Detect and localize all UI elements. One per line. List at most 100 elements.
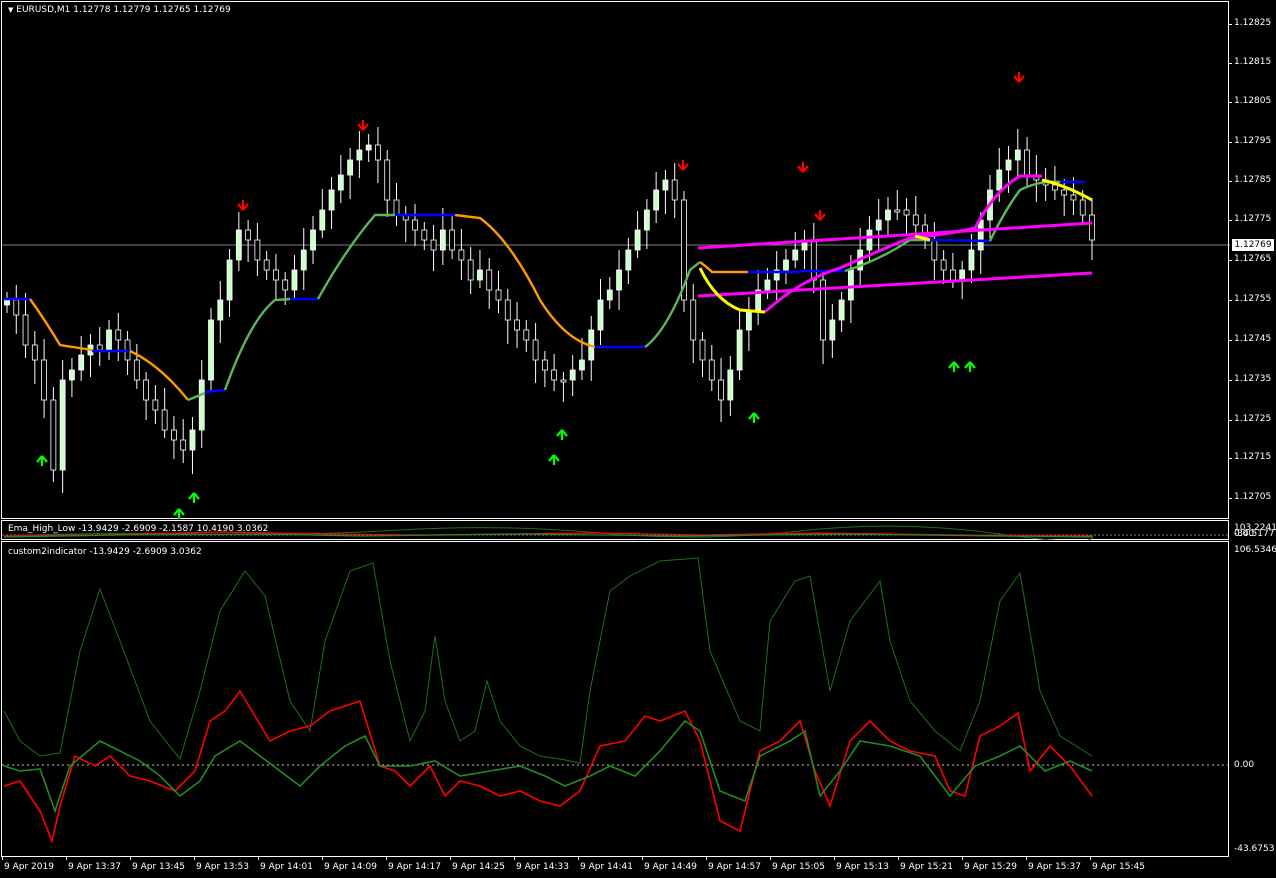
price-pane[interactable]: ▼ EURUSD,M1 1.12778 1.12779 1.12765 1.12… — [0, 0, 1276, 520]
candle-body — [866, 229, 873, 251]
candle-body — [894, 209, 901, 213]
candle-body — [273, 269, 279, 281]
time-tick-label: 9 Apr 13:45 — [132, 862, 185, 872]
ma-segment — [316, 213, 395, 300]
channel-lower-line — [697, 271, 1093, 298]
candle-body — [903, 209, 910, 216]
time-tick-label: 9 Apr 14:41 — [580, 862, 633, 872]
price-tick-label: 1.12795 — [1234, 136, 1272, 146]
candle-body — [467, 259, 474, 281]
price-tick-label: 1.12785 — [1234, 175, 1272, 185]
candle-body — [439, 229, 446, 251]
candle-body — [616, 269, 622, 291]
candle-body — [143, 379, 150, 401]
price-tick-label: 1.12715 — [1234, 452, 1272, 462]
candle-body — [254, 239, 261, 261]
time-tick-mark — [66, 856, 67, 860]
time-tick-mark — [1026, 856, 1027, 860]
candle-body — [365, 144, 372, 151]
custom2indicator-pane[interactable]: custom2indicator -13.9429 -2.6909 3.0362… — [0, 541, 1276, 858]
candle-body — [690, 299, 697, 341]
sub2-green-line — [3, 719, 1093, 814]
ema-high-low-header: Ema_High_Low -13.9429 -2.6909 -2.1587 10… — [8, 524, 269, 534]
current-price-label: 1.12769 — [1232, 239, 1274, 251]
time-tick-mark — [386, 856, 387, 860]
time-tick-label: 9 Apr 14:33 — [516, 862, 569, 872]
ema-high-low-pane[interactable]: Ema_High_Low -13.9429 -2.6909 -2.1587 10… — [0, 520, 1276, 540]
custom2indicator-chart[interactable] — [0, 541, 1276, 858]
price-tick-mark — [1228, 498, 1232, 499]
candle-body — [235, 229, 242, 261]
price-tick-mark — [1228, 181, 1232, 182]
time-tick-label: 9 Apr 13:37 — [68, 862, 121, 872]
time-tick-label: 9 Apr 14:57 — [708, 862, 761, 872]
time-tick-label: 9 Apr 14:17 — [388, 862, 441, 872]
ma-segment — [29, 298, 93, 352]
price-tick-mark — [1228, 300, 1232, 301]
price-tick-mark — [1228, 260, 1232, 261]
sub2-tick-top: 106.5346 — [1234, 545, 1276, 555]
candle-body — [597, 299, 604, 331]
sell-arrow-icon — [797, 162, 809, 173]
candle-body — [959, 269, 966, 281]
candle-body — [300, 249, 307, 271]
candle-body — [514, 319, 520, 331]
candle-body — [347, 159, 354, 176]
candle-body — [263, 259, 270, 271]
time-tick-mark — [322, 856, 323, 860]
candle-body — [625, 249, 632, 271]
candle-body — [69, 369, 75, 381]
price-tick-label: 1.12775 — [1234, 214, 1272, 224]
time-tick-mark — [962, 856, 963, 860]
candle-body — [996, 169, 1003, 191]
candle-body — [708, 359, 715, 381]
price-tick-label: 1.12755 — [1234, 294, 1272, 304]
ma-segment — [223, 297, 291, 391]
time-tick-label: 9 Apr 15:45 — [1092, 862, 1145, 872]
sell-arrow-icon — [1013, 72, 1025, 83]
candle-body — [449, 229, 456, 251]
time-tick-mark — [514, 856, 515, 860]
ma-segment — [929, 238, 991, 243]
candle-body — [198, 379, 205, 431]
time-tick-label: 9 Apr 13:53 — [196, 862, 249, 872]
sub2-plot-border — [1, 541, 1229, 857]
time-tick-label: 9 Apr 15:29 — [964, 862, 1017, 872]
candle-body — [551, 369, 558, 381]
price-tick-mark — [1228, 63, 1232, 64]
candle-body — [912, 214, 919, 226]
candle-body — [13, 299, 20, 316]
price-tick-mark — [1228, 458, 1232, 459]
time-tick-mark — [834, 856, 835, 860]
candle-body — [504, 299, 511, 321]
candle-body — [152, 399, 159, 411]
candle-body — [486, 269, 493, 291]
time-tick-mark — [130, 856, 131, 860]
candle-body — [217, 299, 224, 321]
price-tick-mark — [1228, 380, 1232, 381]
candle-body — [115, 329, 122, 341]
price-tick-label: 1.12705 — [1234, 492, 1272, 502]
price-chart[interactable] — [0, 0, 1276, 520]
candle-body — [282, 279, 289, 291]
candle-body — [838, 299, 845, 321]
candle-body — [810, 239, 817, 281]
candle-body — [847, 269, 854, 301]
candle-body — [653, 189, 660, 211]
candle-body — [1089, 214, 1095, 241]
sub2-tick-zero: 0.00 — [1234, 760, 1255, 770]
candle-body — [310, 229, 316, 251]
sub2-red-line — [3, 689, 1093, 844]
candle-body — [634, 229, 641, 251]
candle-body — [22, 314, 29, 346]
candle-body — [226, 259, 233, 301]
candle-body — [208, 319, 214, 381]
candle-body — [375, 144, 381, 161]
collapse-triangle-icon[interactable]: ▼ — [8, 6, 13, 14]
candle-body — [792, 249, 799, 261]
time-tick-label: 9 Apr 14:25 — [452, 862, 505, 872]
candle-body — [1061, 189, 1068, 196]
time-tick-label: 9 Apr 14:49 — [644, 862, 697, 872]
candle-body — [161, 409, 168, 431]
candle-body — [78, 354, 85, 371]
